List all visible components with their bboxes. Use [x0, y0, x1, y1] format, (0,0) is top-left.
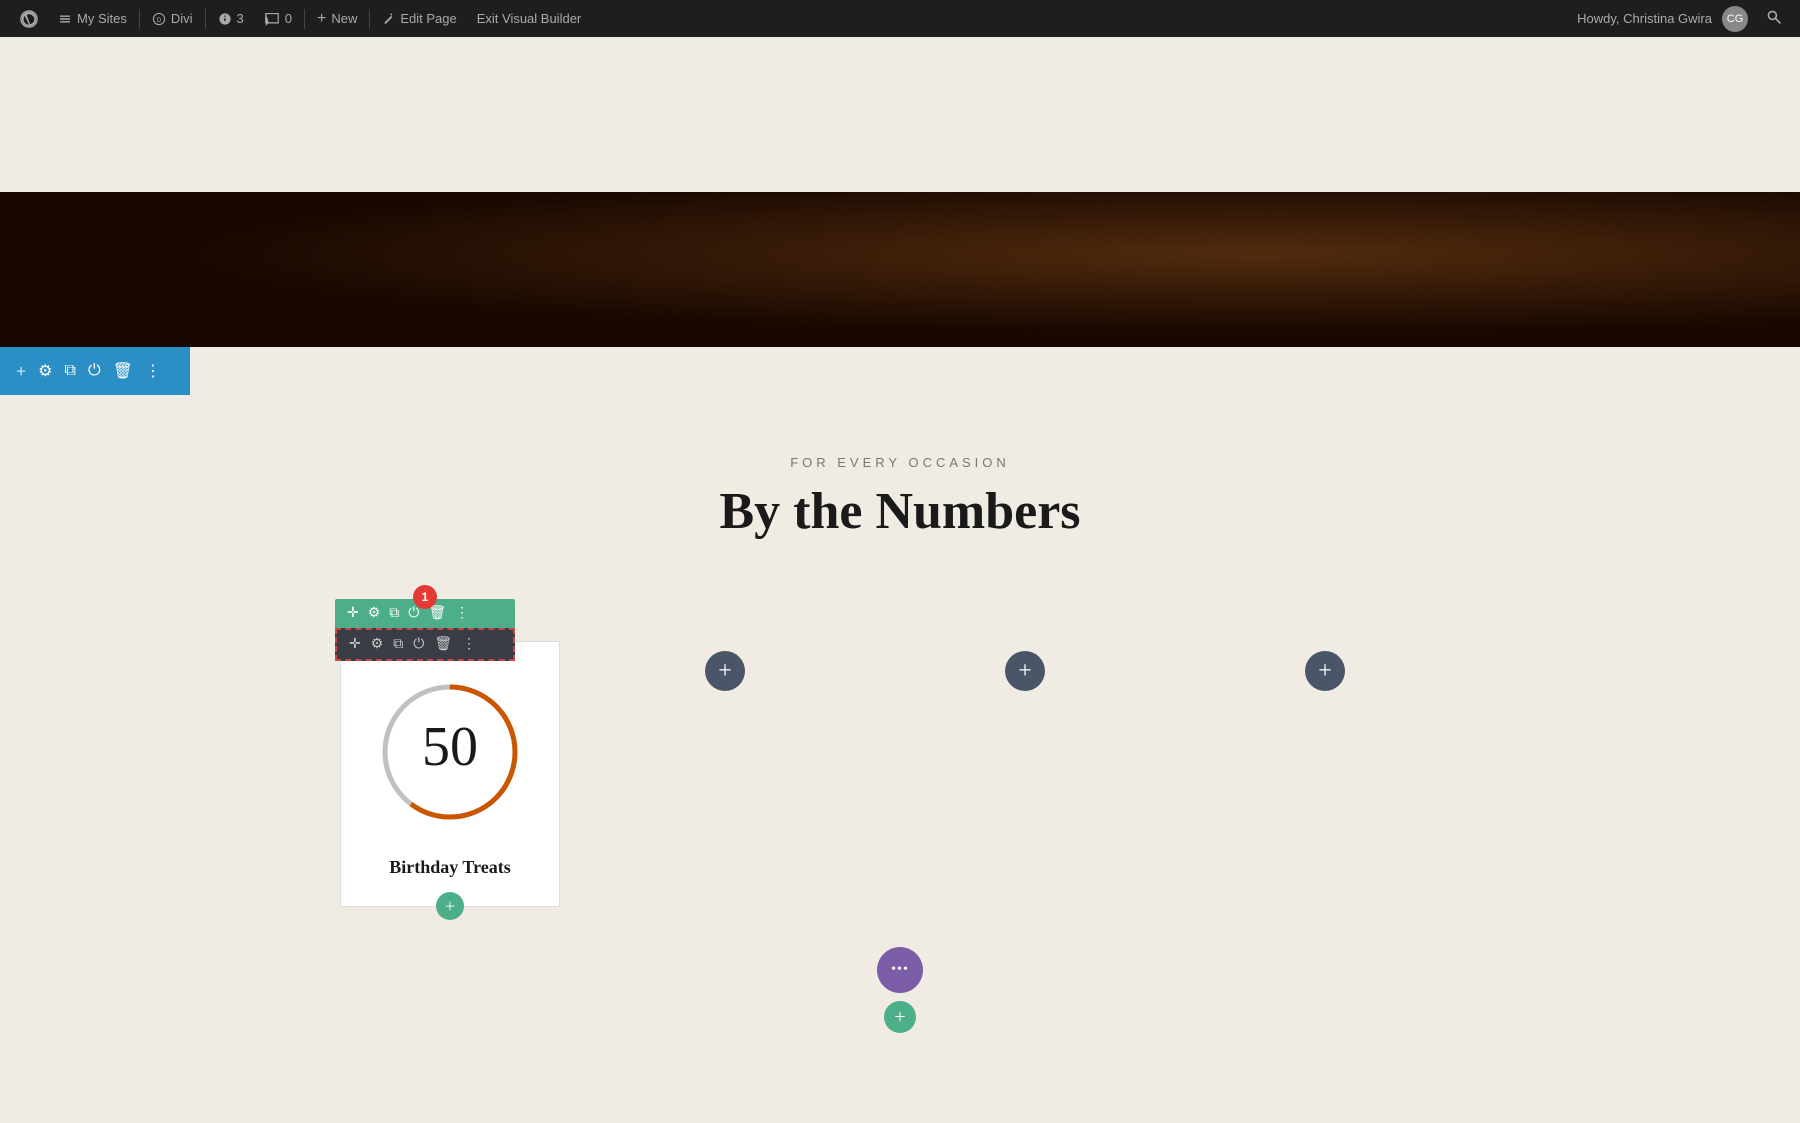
badge-count: 1	[422, 590, 429, 604]
new-menu[interactable]: + New	[307, 0, 367, 37]
active-card-wrapper: 1 ✛ ⚙ ⧉ ⏻ 🗑 ⋮ ✛ ⚙ ⧉	[325, 641, 575, 907]
cards-row: 1 ✛ ⚙ ⧉ ⏻ 🗑 ⋮ ✛ ⚙ ⧉	[40, 591, 1760, 907]
column-2-add-button[interactable]: +	[705, 651, 745, 691]
stat-label: Birthday Treats	[341, 852, 559, 878]
search-button[interactable]	[1758, 9, 1790, 28]
howdy-label: Howdy, Christina Gwira	[1577, 11, 1712, 26]
green-toolbar: 1 ✛ ⚙ ⧉ ⏻ 🗑 ⋮	[335, 599, 515, 628]
green-delete-icon[interactable]: 🗑	[428, 605, 446, 622]
stat-card: 50 Birthday Treats +	[340, 641, 560, 907]
green-power-icon[interactable]: ⏻	[408, 606, 419, 622]
numbers-title: By the Numbers	[40, 482, 1760, 541]
column-4-add-area: +	[1175, 591, 1475, 691]
dark-move-icon[interactable]: ✛	[349, 636, 361, 653]
purple-dots-button[interactable]: •••	[877, 947, 923, 993]
new-label: New	[331, 11, 357, 26]
comments-count: 0	[285, 11, 292, 26]
my-sites-menu[interactable]: My Sites	[48, 0, 137, 37]
exit-builder-menu[interactable]: Exit Visual Builder	[467, 0, 592, 37]
updates-count: 3	[237, 11, 244, 26]
green-more-icon[interactable]: ⋮	[455, 605, 469, 622]
section-add-icon[interactable]: +	[16, 361, 26, 382]
separator-1	[139, 9, 140, 29]
numbers-subtitle: FOR EVERY OCCASION	[40, 455, 1760, 470]
dark-power-icon[interactable]: ⏻	[413, 637, 424, 653]
hero-area	[0, 192, 1800, 347]
dark-delete-icon[interactable]: 🗑	[434, 636, 452, 653]
dark-more-icon[interactable]: ⋮	[462, 636, 476, 653]
red-badge: 1	[413, 585, 437, 609]
divi-label: Divi	[171, 11, 193, 26]
green-settings-icon[interactable]: ⚙	[368, 605, 381, 622]
column-3-add-button[interactable]: +	[1005, 651, 1045, 691]
stat-number: 50	[422, 715, 478, 779]
add-bottom-label: +	[894, 1006, 905, 1029]
dark-clone-icon[interactable]: ⧉	[393, 637, 403, 653]
dots-label: •••	[891, 962, 909, 978]
column-4-add-button[interactable]: +	[1305, 651, 1345, 691]
updates-menu[interactable]: 3	[208, 0, 254, 37]
edit-page-menu[interactable]: Edit Page	[372, 0, 466, 37]
green-move-icon[interactable]: ✛	[347, 605, 359, 622]
separator-4	[369, 9, 370, 29]
admin-bar-right: Howdy, Christina Gwira CG	[1577, 6, 1790, 32]
section-wrapper: + ⚙ ⧉ ⏻ 🗑 ⋮ FOR EVERY OCCASION By the Nu…	[0, 347, 1800, 1123]
avatar[interactable]: CG	[1722, 6, 1748, 32]
section-delete-icon[interactable]: 🗑	[113, 361, 133, 381]
section-power-icon[interactable]: ⏻	[88, 362, 101, 380]
main-content: + ⚙ ⧉ ⏻ 🗑 ⋮ FOR EVERY OCCASION By the Nu…	[0, 37, 1800, 1123]
svg-text:D: D	[157, 16, 162, 23]
new-icon: +	[317, 10, 326, 28]
wp-logo[interactable]	[10, 0, 48, 37]
section-more-icon[interactable]: ⋮	[145, 361, 161, 381]
column-2-add-area: +	[575, 591, 875, 691]
edit-page-label: Edit Page	[400, 11, 456, 26]
separator-3	[304, 9, 305, 29]
divi-menu[interactable]: D Divi	[142, 0, 203, 37]
bottom-actions: ••• +	[40, 907, 1760, 1043]
green-add-bottom-button[interactable]: +	[884, 1001, 916, 1033]
section-settings-icon[interactable]: ⚙	[38, 361, 52, 381]
separator-2	[205, 9, 206, 29]
my-sites-label: My Sites	[77, 11, 127, 26]
green-clone-icon[interactable]: ⧉	[389, 606, 399, 622]
column-3-add-area: +	[875, 591, 1175, 691]
numbers-section: FOR EVERY OCCASION By the Numbers 1 ✛	[0, 395, 1800, 1123]
dark-settings-icon[interactable]: ⚙	[371, 636, 384, 653]
comments-menu[interactable]: 0	[254, 0, 302, 37]
circle-container: 50	[341, 642, 559, 852]
dark-toolbar: ✛ ⚙ ⧉ ⏻ 🗑 ⋮	[335, 628, 515, 661]
module-toolbars: 1 ✛ ⚙ ⧉ ⏻ 🗑 ⋮ ✛ ⚙ ⧉	[335, 599, 515, 661]
section-blue-toolbar: + ⚙ ⧉ ⏻ 🗑 ⋮	[0, 347, 190, 395]
admin-bar: My Sites D Divi 3 0 + New Edit Page Exit…	[0, 0, 1800, 37]
card-add-button[interactable]: +	[436, 892, 464, 920]
section-clone-icon[interactable]: ⧉	[65, 362, 76, 380]
exit-builder-label: Exit Visual Builder	[477, 11, 582, 26]
